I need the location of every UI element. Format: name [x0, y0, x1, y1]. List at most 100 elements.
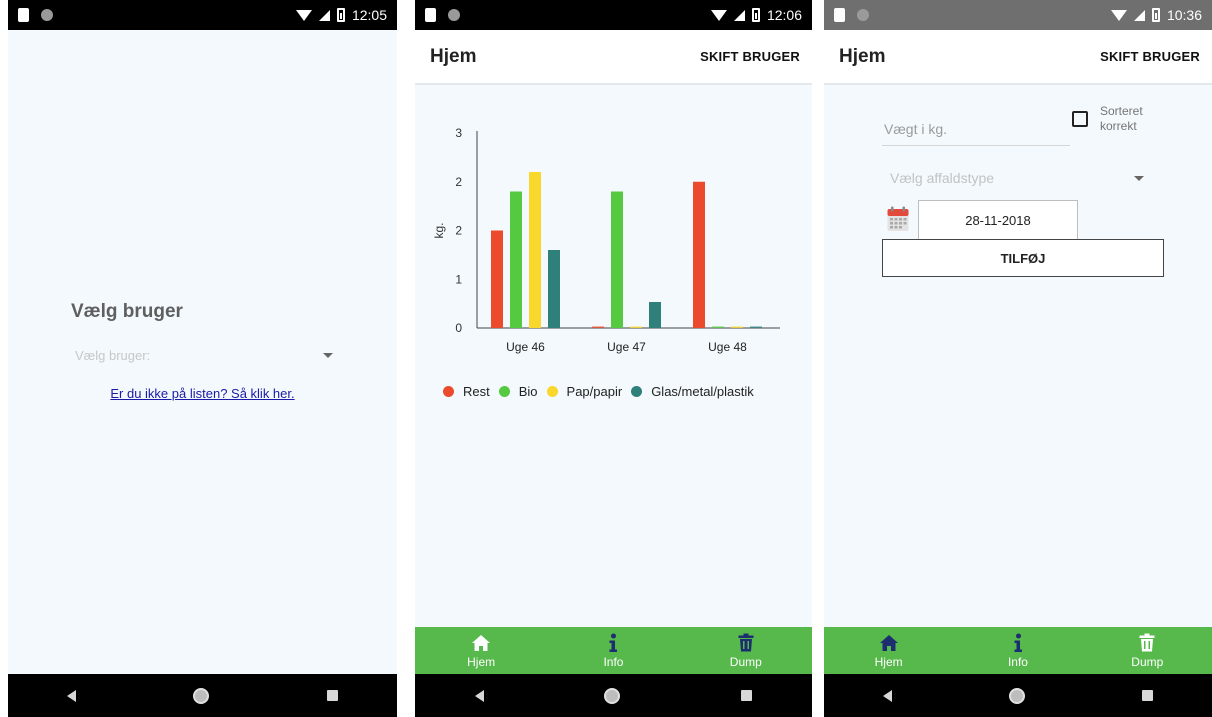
calendar-icon[interactable] [887, 206, 909, 232]
switch-user-button[interactable]: SKIFT BRUGER [1100, 49, 1200, 64]
user-select[interactable]: Vælg bruger: [71, 344, 333, 366]
status-bar: 10:36 [824, 0, 1212, 30]
info-icon [608, 633, 618, 653]
bar-pap-papir [529, 172, 541, 328]
wifi-icon [295, 9, 312, 21]
chart-legend: Rest Bio Pap/papir Glas/metal/plastik [443, 384, 763, 399]
notification-dot-icon [448, 9, 460, 21]
not-listed-link[interactable]: Er du ikke på listen? Så klik her. [8, 386, 397, 401]
notification-dot-icon [41, 9, 53, 21]
system-nav-bar [824, 674, 1212, 717]
status-time: 12:05 [351, 7, 387, 23]
y-tick-label: 3 [455, 126, 462, 140]
bar-glas-metal-plastik [548, 250, 560, 328]
home-circle-icon[interactable] [193, 687, 210, 704]
trash-icon [738, 633, 754, 653]
legend-swatch [631, 386, 643, 397]
bar-glas-metal-plastik [649, 302, 661, 328]
tab-hjem[interactable]: Hjem [834, 633, 944, 669]
y-tick-label: 2 [455, 224, 462, 238]
tab-label: Hjem [874, 654, 903, 669]
home-circle-icon[interactable] [604, 687, 621, 704]
bar-bio [712, 326, 724, 328]
y-axis-label: kg. [432, 222, 446, 238]
legend-swatch [546, 386, 558, 397]
bottom-tab-bar: Hjem Info Dump [415, 627, 812, 674]
tab-label: Info [603, 654, 624, 669]
x-tick-label: Uge 46 [506, 340, 545, 354]
bar-glas-metal-plastik [750, 326, 762, 328]
x-tick-label: Uge 47 [607, 340, 646, 354]
tab-hjem[interactable]: Hjem [426, 633, 536, 669]
weight-input[interactable]: Vægt i kg. [882, 115, 1070, 146]
system-nav-bar [8, 674, 397, 717]
battery-icon [336, 8, 345, 22]
signal-icon [733, 9, 745, 21]
x-tick-label: Uge 48 [708, 340, 747, 354]
legend-label: Rest [463, 384, 490, 399]
app-bar: Hjem SKIFT BRUGER [415, 30, 812, 85]
bar-bio [510, 191, 522, 328]
battery-icon [751, 8, 760, 22]
switch-user-button[interactable]: SKIFT BRUGER [700, 49, 800, 64]
waste-type-placeholder: Vælg affaldstype [890, 170, 995, 186]
back-icon[interactable] [882, 689, 892, 702]
recent-apps-icon[interactable] [327, 690, 339, 701]
info-icon [1013, 633, 1023, 653]
tab-info[interactable]: Info [558, 633, 668, 669]
tab-dump[interactable]: Dump [1092, 633, 1202, 669]
tab-dump[interactable]: Dump [691, 633, 801, 669]
date-field[interactable]: 28-11-2018 [918, 200, 1078, 240]
home-icon [471, 633, 491, 653]
home-circle-icon[interactable] [1008, 687, 1025, 704]
home-icon [879, 633, 899, 653]
tab-label: Dump [729, 654, 762, 669]
sim-card-icon [18, 8, 29, 22]
status-bar: 12:05 [8, 0, 397, 30]
status-time: 10:36 [1166, 7, 1202, 23]
tab-label: Info [1007, 654, 1028, 669]
bar-pap-papir [630, 326, 642, 328]
tab-info[interactable]: Info [963, 633, 1073, 669]
chevron-down-icon [323, 352, 333, 358]
legend-item: Pap/papir [546, 384, 623, 399]
bottom-tab-bar: Hjem Info Dump [824, 627, 1212, 674]
home-chart-screen: 12:06 Hjem SKIFT BRUGER 0 1 2 2 3 kg. Uge 46 Ug… [415, 0, 812, 717]
notification-dot-icon [857, 9, 869, 21]
legend-item: Bio [498, 384, 538, 399]
system-nav-bar [415, 674, 812, 717]
waste-bar-chart: 0 1 2 2 3 kg. Uge 46 Uge 47 Uge 48 [432, 126, 780, 354]
sorted-correctly-label: Sorteret korrekt [1100, 104, 1143, 133]
legend-label: Pap/papir [566, 384, 623, 399]
user-select-placeholder: Vælg bruger: [75, 347, 151, 363]
bar-pap-papir [731, 326, 743, 328]
sim-card-icon [834, 8, 845, 22]
legend-swatch [443, 386, 454, 397]
app-bar: Hjem SKIFT BRUGER [824, 30, 1212, 85]
sorted-correctly-checkbox[interactable] [1072, 111, 1088, 127]
legend-label: Glas/metal/plastik [651, 384, 754, 399]
add-waste-screen: 10:36 Hjem SKIFT BRUGER Vægt i kg. Sorte… [824, 0, 1212, 717]
tab-label: Hjem [467, 654, 496, 669]
recent-apps-icon[interactable] [740, 690, 752, 701]
add-button[interactable]: TILFØJ [882, 239, 1164, 277]
recent-apps-icon[interactable] [1142, 690, 1154, 701]
waste-type-select[interactable]: Vælg affaldstype [890, 168, 1144, 188]
bar-rest [693, 181, 705, 328]
battery-icon [1151, 8, 1160, 22]
chevron-down-icon [1134, 175, 1144, 181]
sorted-correctly-field: Sorteret korrekt [1072, 104, 1160, 134]
wifi-icon [710, 9, 727, 21]
signal-icon [1133, 9, 1145, 21]
signal-icon [318, 9, 330, 21]
select-user-heading: Vælg bruger [71, 301, 183, 322]
back-icon[interactable] [475, 689, 485, 702]
y-tick-label: 0 [455, 321, 462, 335]
y-tick-label: 2 [455, 175, 462, 189]
back-icon[interactable] [66, 689, 76, 702]
legend-item: Rest [443, 384, 490, 399]
wifi-icon [1110, 9, 1127, 21]
page-title: Hjem [839, 45, 886, 67]
legend-swatch [498, 386, 510, 397]
page-title: Hjem [430, 45, 477, 67]
